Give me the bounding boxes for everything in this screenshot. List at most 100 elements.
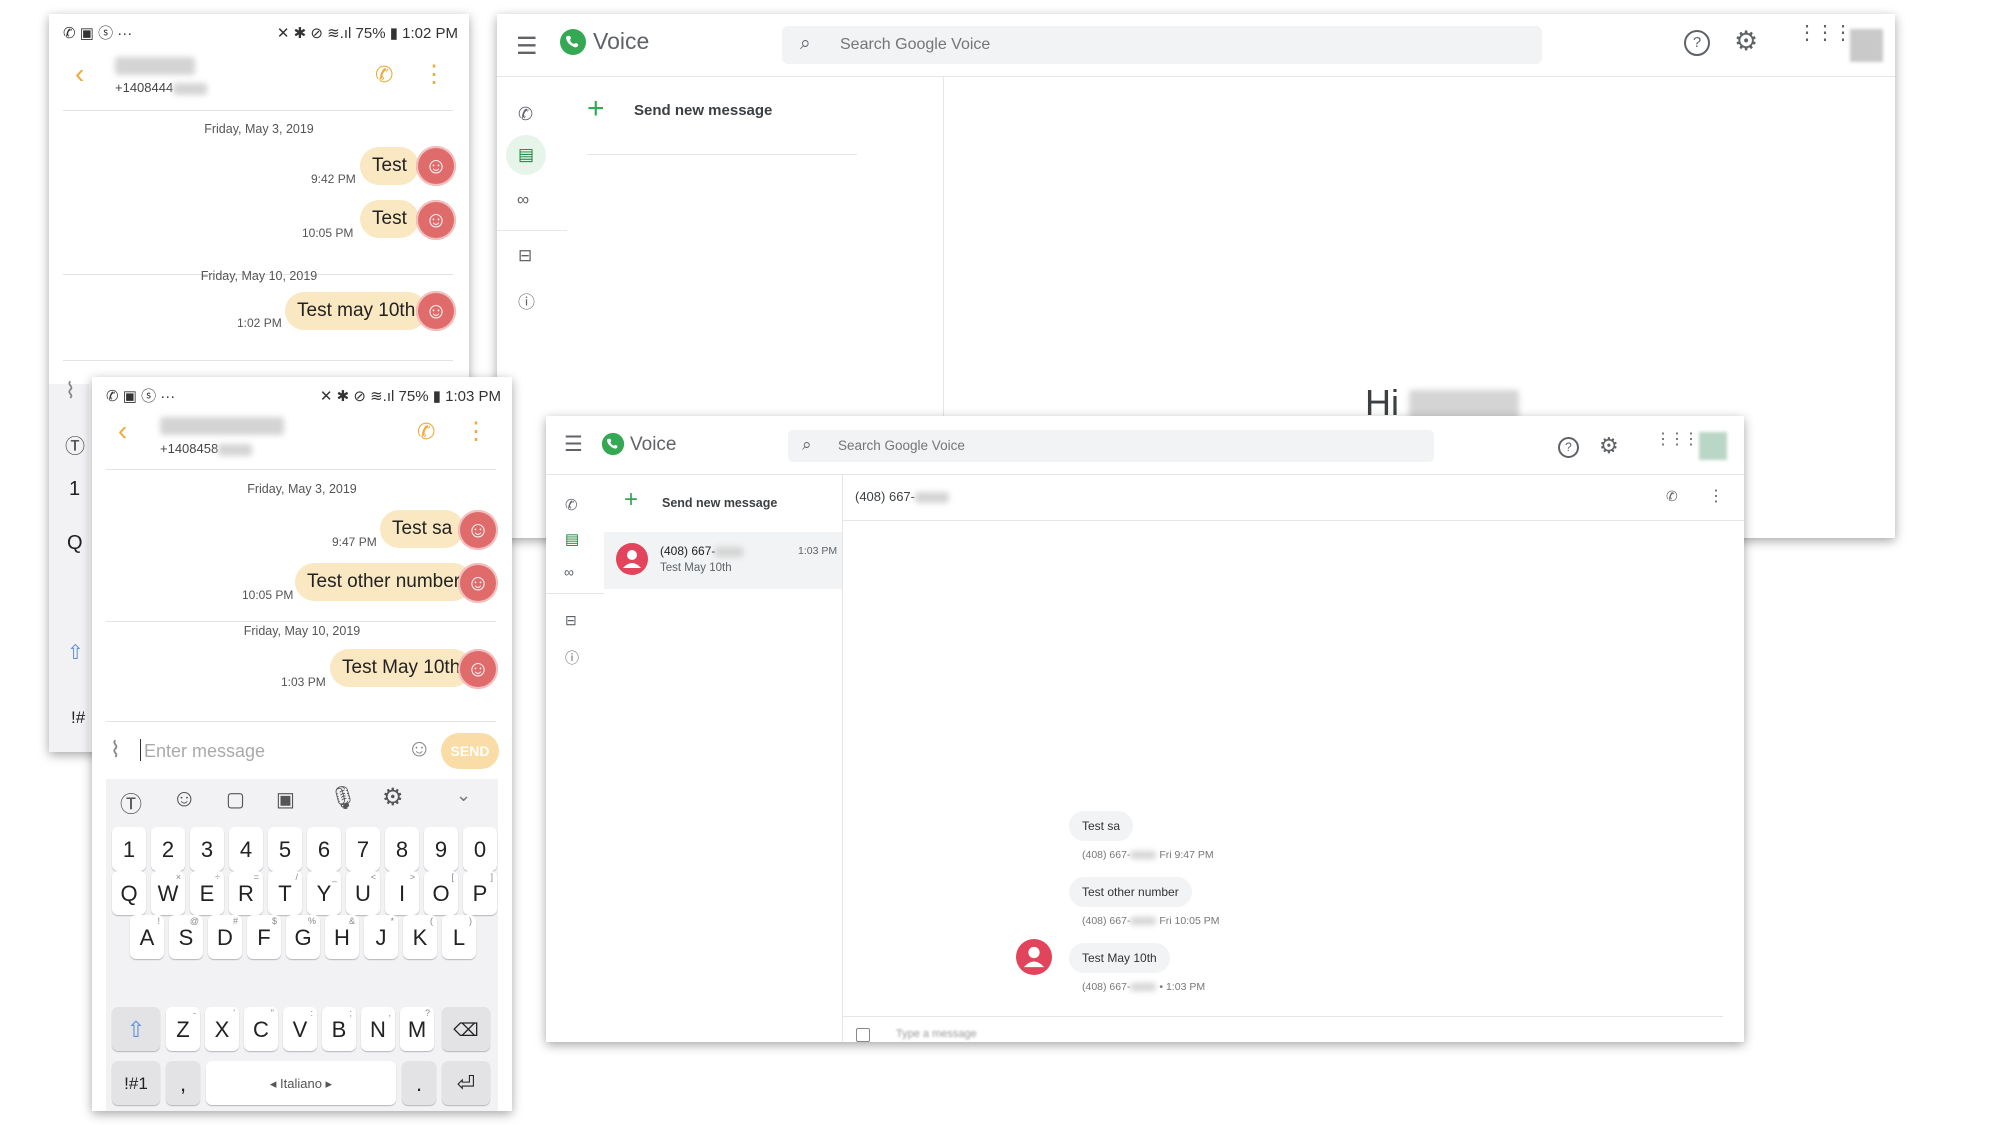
phone2-msg3-bubble[interactable]: Test May 10th	[330, 649, 473, 687]
key-j[interactable]: J *	[364, 915, 398, 959]
keyboard-collapse-icon[interactable]: ⌄	[456, 785, 471, 806]
enter-key-icon[interactable]: ⏎	[442, 1061, 490, 1105]
key-v[interactable]: V:	[283, 1007, 317, 1051]
translate-icon[interactable]: Ⓣ	[120, 787, 142, 819]
key-m[interactable]: M?	[400, 1007, 434, 1051]
key-1[interactable]: 1	[112, 827, 146, 871]
apps-grid-icon[interactable]: ⋮⋮⋮	[1655, 432, 1699, 448]
key-q[interactable]: Q	[112, 871, 146, 915]
help-icon[interactable]: ?	[1684, 30, 1710, 56]
gv-front-thread-item[interactable]: (408) 667- 1:03 PM Test May 10th	[604, 532, 842, 589]
gif-icon[interactable]: ▣	[276, 787, 295, 812]
nav-calls-icon[interactable]: ✆	[565, 496, 578, 514]
nav-voicemail-icon[interactable]: ∞	[517, 190, 529, 210]
conversation-more-icon[interactable]: ⋮	[1708, 486, 1724, 506]
phone1-shift-icon[interactable]: ⇧	[67, 640, 84, 665]
symbols-key[interactable]: !#1	[112, 1061, 160, 1105]
key-d[interactable]: D #	[208, 915, 242, 959]
emoji-icon[interactable]: ☺	[407, 735, 432, 763]
nav-calls-icon[interactable]: ✆	[518, 104, 533, 125]
microphone-icon[interactable]: 🎙	[329, 785, 357, 811]
key-w[interactable]: W ×	[151, 871, 185, 915]
key-e[interactable]: E ÷	[190, 871, 224, 915]
period-key[interactable]: .	[402, 1061, 436, 1105]
key-g[interactable]: G%	[286, 915, 320, 959]
key-b[interactable]: B;	[322, 1007, 356, 1051]
keyboard-settings-icon[interactable]: ⚙	[382, 783, 404, 812]
key-6[interactable]: 6	[307, 827, 341, 871]
key-8[interactable]: 8	[385, 827, 419, 871]
phone1-key-q[interactable]: Q	[67, 532, 83, 555]
phone2-msg2-bubble[interactable]: Test other number	[295, 563, 473, 601]
sticker-icon[interactable]: ▢	[226, 787, 245, 812]
back-arrow-icon[interactable]: ‹	[75, 58, 84, 90]
gv-msg3-bubble[interactable]: Test May 10th	[1069, 943, 1170, 973]
more-options-icon[interactable]: ⋮	[422, 60, 446, 89]
phone1-key-1[interactable]: 1	[69, 478, 80, 501]
key-y[interactable]: Y _	[307, 871, 341, 915]
key-c[interactable]: C "	[244, 1007, 278, 1051]
apps-grid-icon[interactable]: ⋮⋮⋮	[1797, 23, 1853, 43]
more-options-icon[interactable]: ⋮	[464, 417, 488, 446]
phone1-key-symbols[interactable]: !#	[71, 708, 85, 728]
nav-spam-icon[interactable]: ⓘ	[518, 288, 535, 313]
key-2[interactable]: 2	[151, 827, 185, 871]
settings-gear-icon[interactable]: ⚙	[1599, 433, 1619, 459]
help-icon[interactable]: ?	[1558, 437, 1579, 458]
menu-icon[interactable]: ☰	[564, 432, 583, 457]
shift-key-icon[interactable]: ⇧	[112, 1007, 160, 1051]
wifi-call-icon[interactable]: ✆	[375, 62, 393, 88]
nav-messages-icon[interactable]: ▤	[506, 135, 546, 175]
key-p[interactable]: P]	[463, 871, 497, 915]
phone2-send-button[interactable]: SEND	[441, 733, 499, 769]
key-3[interactable]: 3	[190, 827, 224, 871]
comma-key[interactable]: ,	[166, 1061, 200, 1105]
key-o[interactable]: O[	[424, 871, 458, 915]
menu-icon[interactable]: ☰	[516, 32, 538, 61]
key-i[interactable]: I >	[385, 871, 419, 915]
gv-back-send-new-message-button[interactable]: + Send new message	[587, 92, 857, 155]
back-arrow-icon[interactable]: ‹	[118, 415, 127, 447]
nav-voicemail-icon[interactable]: ∞	[564, 564, 574, 580]
nav-spam-icon[interactable]: ⓘ	[565, 648, 579, 668]
backspace-key-icon[interactable]: ⌫	[442, 1007, 490, 1051]
paperclip-icon[interactable]: ⌇	[65, 378, 76, 404]
gv-compose-input[interactable]: Type a message	[856, 1024, 1716, 1042]
gv-back-search-bar[interactable]: ⌕ Search Google Voice	[782, 26, 1542, 64]
wifi-call-icon[interactable]: ✆	[417, 419, 435, 445]
nav-archive-icon[interactable]: ⊟	[518, 246, 532, 266]
key-n[interactable]: N,	[361, 1007, 395, 1051]
key-u[interactable]: U <	[346, 871, 380, 915]
key-5[interactable]: 5	[268, 827, 302, 871]
phone2-msg1-bubble[interactable]: Test sa	[380, 510, 465, 548]
account-avatar[interactable]	[1850, 29, 1883, 62]
key-x[interactable]: X '	[205, 1007, 239, 1051]
phone1-msg3-bubble[interactable]: Test may 10th	[285, 292, 428, 330]
key-z[interactable]: Z-	[166, 1007, 200, 1051]
gv-msg1-bubble[interactable]: Test sa	[1069, 811, 1134, 841]
gv-msg2-bubble[interactable]: Test other number	[1069, 877, 1192, 907]
account-avatar[interactable]	[1699, 432, 1727, 460]
key-9[interactable]: 9	[424, 827, 458, 871]
key-h[interactable]: H &	[325, 915, 359, 959]
key-r[interactable]: R =	[229, 871, 263, 915]
gv-front-send-new-message-button[interactable]: + Send new message	[604, 474, 842, 533]
key-a[interactable]: A!	[130, 915, 164, 959]
key-7[interactable]: 7	[346, 827, 380, 871]
key-t[interactable]: T /	[268, 871, 302, 915]
key-l[interactable]: L)	[442, 915, 476, 959]
key-k[interactable]: K(	[403, 915, 437, 959]
gv-front-search-bar[interactable]: ⌕ Search Google Voice	[788, 430, 1434, 462]
call-icon[interactable]: ✆	[1666, 488, 1678, 505]
nav-archive-icon[interactable]: ⊟	[565, 612, 577, 629]
key-s[interactable]: S @	[169, 915, 203, 959]
settings-gear-icon[interactable]: ⚙	[1734, 26, 1758, 57]
phone1-msg1-bubble[interactable]: Test	[360, 147, 419, 185]
key-4[interactable]: 4	[229, 827, 263, 871]
nav-messages-icon[interactable]: ▤	[565, 530, 579, 548]
keyboard-emoji-icon[interactable]: ☺	[172, 785, 197, 813]
phone1-msg2-bubble[interactable]: Test	[360, 200, 419, 238]
phone1-translate-icon[interactable]: Ⓣ	[65, 430, 85, 459]
paperclip-icon[interactable]: ⌇	[110, 737, 121, 763]
space-key[interactable]: ◂ Italiano ▸	[206, 1061, 396, 1105]
